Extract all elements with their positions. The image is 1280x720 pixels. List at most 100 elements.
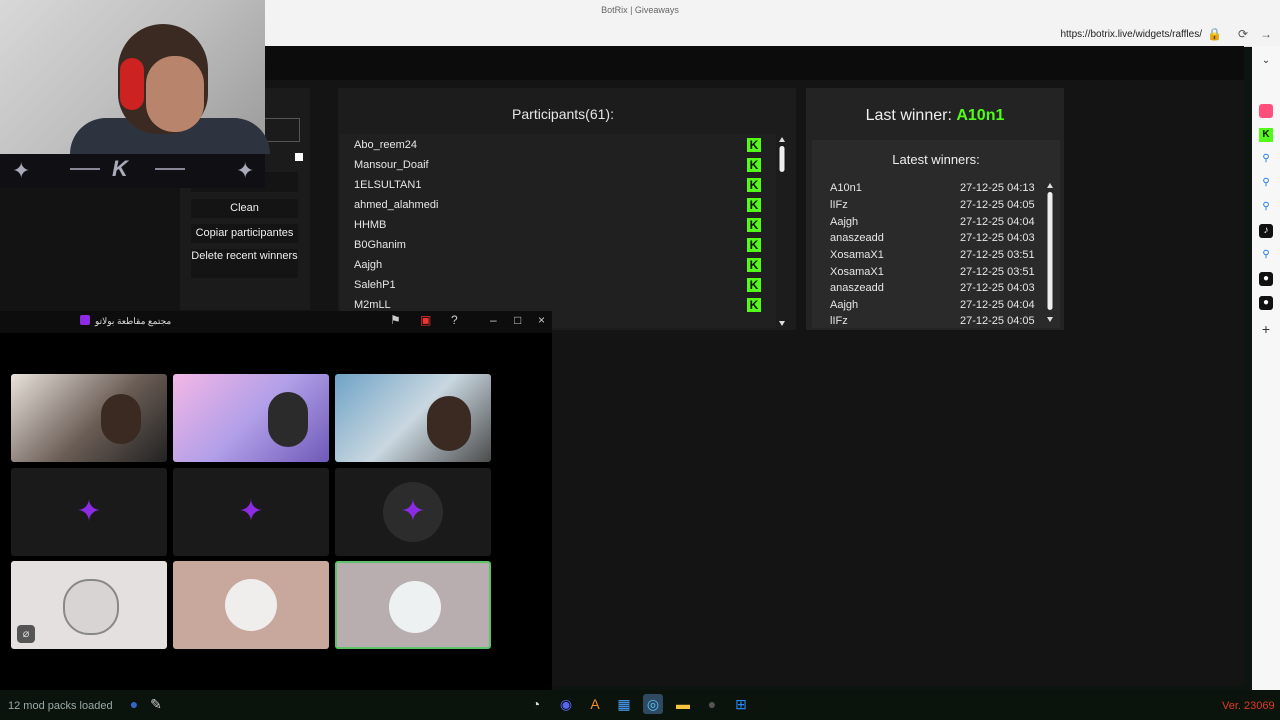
participant-avatar [389, 581, 441, 633]
participant-tile[interactable]: ✦ [335, 468, 491, 556]
url-text[interactable]: https://botrix.live/widgets/raffles/ [1060, 29, 1202, 40]
flag-icon[interactable]: ⚑ [390, 313, 401, 327]
participants-scrollbar[interactable] [778, 136, 786, 328]
participant-name: Aajgh [354, 259, 383, 271]
participant-avatar-icon: ✦ [238, 495, 264, 528]
youtube-icon[interactable] [1259, 104, 1273, 118]
winner-date: 27-12-25 04:04 [960, 299, 1035, 311]
participant-tile-speaking[interactable] [335, 561, 491, 649]
mic-icon[interactable]: ● [124, 694, 144, 714]
kick-badge-icon: K [747, 198, 761, 212]
call-title: مجتمع مقاطعة بولاتو [95, 316, 172, 326]
participant-name: HHMB [354, 219, 387, 231]
server-icon [80, 315, 90, 325]
app-icon[interactable]: ● [1259, 272, 1273, 286]
participant-name: ahmed_alahmedi [354, 199, 439, 211]
winner-name: XosamaX1 [830, 266, 884, 278]
kick-badge-icon: K [747, 238, 761, 252]
latest-winners-title: Latest winners: [892, 152, 980, 167]
clock-app-icon[interactable]: ◔ [526, 694, 546, 714]
sparkle-icon: ✦ [12, 158, 31, 183]
add-icon[interactable]: + [1259, 322, 1273, 336]
participant-name: B0Ghanim [354, 239, 406, 251]
winner-date: 27-12-25 03:51 [960, 249, 1035, 261]
sparkle-icon: ✦ [236, 158, 255, 183]
maximize-icon[interactable]: □ [514, 313, 521, 327]
participant-video-tile[interactable] [335, 374, 491, 462]
help-icon[interactable]: ? [451, 313, 458, 327]
last-winner-label: Last winner: [865, 107, 952, 124]
mod-packs-status: 12 mod packs loaded [8, 700, 113, 712]
copy-participants-button[interactable]: Copiar participantes [191, 224, 298, 243]
search-icon[interactable]: ⚲ [1259, 248, 1273, 262]
logo-mark-icon: K [112, 156, 128, 181]
chevron-down-icon[interactable]: ⌄ [1259, 54, 1273, 68]
app-a-icon[interactable]: A [585, 694, 605, 714]
winners-scrollbar[interactable] [1046, 182, 1054, 324]
winner-name: lIFz [830, 315, 848, 326]
kick-badge-icon: K [747, 258, 761, 272]
headphones-icon [120, 58, 144, 110]
winner-date: 27-12-25 04:05 [960, 199, 1035, 211]
winner-date: 27-12-25 04:03 [960, 282, 1035, 294]
last-winner-heading: Last winner: A10n1 [806, 107, 1064, 125]
discord-icon[interactable]: ◉ [556, 694, 576, 714]
participant-name: SalehP1 [354, 279, 396, 291]
winner-date: 27-12-25 04:13 [960, 182, 1035, 194]
circle-app-icon[interactable]: ● [702, 694, 722, 714]
kick-badge-icon: K [747, 158, 761, 172]
participant-video [427, 396, 471, 451]
paint-icon[interactable]: ✎ [146, 694, 166, 714]
browser-sidebar: ⌄ K ⚲ ⚲ ⚲ ♪ ⚲ ● ● + [1252, 46, 1280, 690]
winner-name: lIFz [830, 199, 848, 211]
participant-tile[interactable]: ✦ [11, 468, 167, 556]
winner-name: Aajgh [830, 216, 859, 228]
search-icon[interactable]: ⚲ [1259, 176, 1273, 190]
winner-date: 27-12-25 03:51 [960, 266, 1035, 278]
delete-recent-winners-button[interactable]: Delete recent winners [191, 249, 298, 278]
participant-tile[interactable] [173, 561, 329, 649]
participants-list[interactable]: Abo_reem24 Mansour_Doaif 1ELSULTAN1 ahme… [340, 134, 776, 328]
app-icon[interactable]: ● [1259, 296, 1273, 310]
windows-icon[interactable]: ⊞ [731, 694, 751, 714]
participant-name: M2mLL [354, 299, 391, 311]
webcam-person-face [146, 56, 204, 132]
tiktok-icon[interactable]: ♪ [1259, 224, 1273, 238]
participant-tile[interactable]: ⌀ [11, 561, 167, 649]
participant-tile[interactable]: ✦ [173, 468, 329, 556]
winner-name: Aajgh [830, 299, 859, 311]
kick-badge-icon: K [747, 138, 761, 152]
minimize-icon[interactable]: – [490, 313, 497, 327]
reload-icon[interactable]: ⟳ [1238, 27, 1248, 41]
kick-icon[interactable]: K [1259, 128, 1273, 142]
participant-avatar [63, 579, 119, 635]
kick-badge-icon: K [747, 218, 761, 232]
winner-name: anaszeadd [830, 282, 884, 294]
store-icon[interactable]: ▦ [614, 694, 634, 714]
folder-icon[interactable]: ▬ [673, 694, 693, 714]
edge-icon[interactable]: ◎ [643, 694, 663, 714]
search-icon[interactable]: ⚲ [1259, 152, 1273, 166]
participant-avatar-icon: ✦ [76, 495, 102, 528]
participant-name: Abo_reem24 [354, 139, 417, 151]
participant-video [268, 392, 308, 447]
participant-name: Mansour_Doaif [354, 159, 429, 171]
participants-title: Participants(61): [512, 106, 614, 122]
participant-name: 1ELSULTAN1 [354, 179, 422, 191]
text-input[interactable] [262, 118, 300, 142]
taskbar [0, 690, 1280, 720]
last-winner-name: A10n1 [956, 107, 1005, 124]
kick-badge-icon: K [747, 298, 761, 312]
winner-name: anaszeadd [830, 232, 884, 244]
winner-date: 27-12-25 04:03 [960, 232, 1035, 244]
kick-badge-icon: K [747, 278, 761, 292]
checkbox[interactable] [295, 153, 303, 161]
close-icon[interactable]: × [538, 313, 545, 327]
clean-button[interactable]: Clean [191, 199, 298, 218]
search-icon[interactable]: ⚲ [1259, 200, 1273, 214]
version-label: Ver. 23069 [1222, 700, 1275, 712]
screen-share-icon[interactable]: ▣ [420, 313, 431, 327]
participant-video-tile[interactable] [173, 374, 329, 462]
participant-video-tile[interactable] [11, 374, 167, 462]
forward-icon[interactable]: → [1260, 27, 1272, 41]
